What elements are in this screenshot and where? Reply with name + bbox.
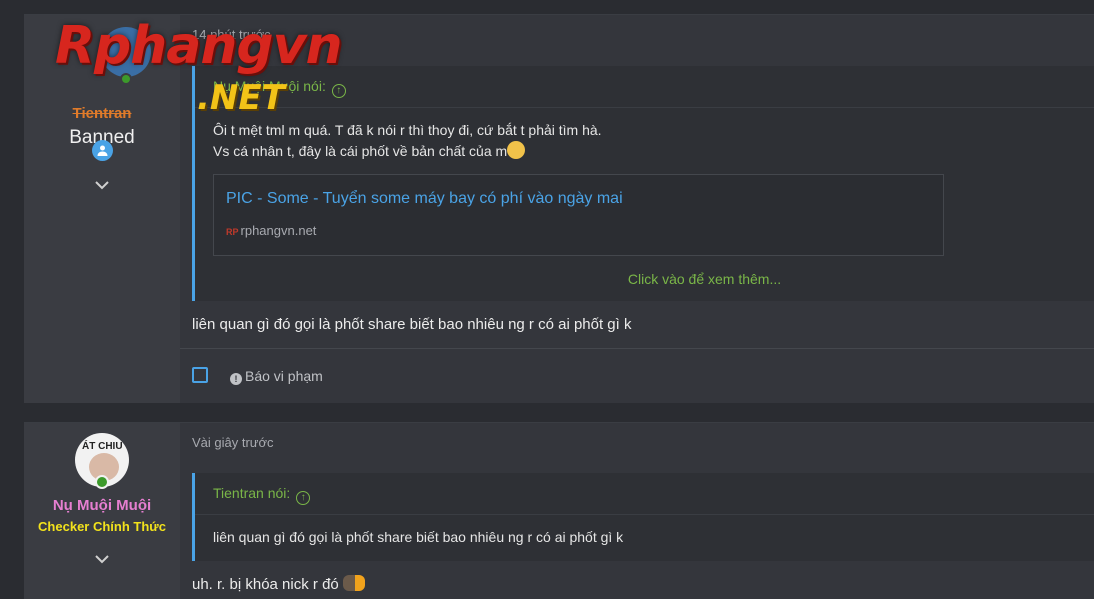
link-site: RP rphangvn.net [226,223,317,238]
chevron-down-icon[interactable] [24,177,180,193]
message-text: liên quan gì đó gọi là phốt share biết b… [192,316,632,333]
expand-link[interactable]: Click vào để xem thêm... [195,271,1094,287]
user-cell: Tientran Banned [24,15,180,403]
post-time[interactable]: 14 phút trước [192,27,271,42]
quote-author[interactable]: Tientran nói: ↑ [195,473,1094,515]
user-title: Checker Chính Thức [38,519,166,534]
avatar[interactable] [101,27,151,77]
site-favicon-icon: RP [226,227,239,237]
quote-line: Vs cá nhân t, đây là cái phốt về bản chấ… [213,141,1076,162]
user-cell: ÁT CHIU Nụ Muội Muội Checker Chính Thức [24,423,180,599]
arrow-up-icon[interactable]: ↑ [296,491,311,505]
post-time[interactable]: Vài giây trước [192,435,274,450]
message-cell: Vài giây trước Tientran nói: ↑ liên quan… [180,423,1094,599]
quote-author[interactable]: Nụ Muội Muội nói: ↑ [195,66,1094,108]
chevron-down-icon[interactable] [24,551,180,567]
message-text: uh. r. bị khóa nick r đó [192,575,365,593]
online-status-icon [120,73,132,85]
quote-body: Ôi t mệt tml m quá. T đã k nói r thì tho… [195,108,1094,174]
link-title[interactable]: PIC - Some - Tuyển some máy bay có phí v… [226,190,623,208]
alert-icon: ! [230,373,242,385]
report-button[interactable]: ! Báo vi phạm [230,368,323,385]
emoji-icon [342,575,365,591]
bbcode-quote: Tientran nói: ↑ liên quan gì đó gọi là p… [192,473,1094,561]
username[interactable]: Tientran [24,105,180,122]
select-checkbox[interactable] [192,367,208,383]
username[interactable]: Nụ Muội Muội [24,497,180,514]
message-cell: 14 phút trước Nụ Muội Muội nói: ↑ Ôi t m… [180,15,1094,403]
post-1: Tientran Banned 14 phút trước Nụ Muội Mu… [24,14,1094,403]
avatar-text: ÁT CHIU [82,441,123,452]
post-2: ÁT CHIU Nụ Muội Muội Checker Chính Thức … [24,422,1094,599]
online-status-icon [95,475,109,489]
divider [180,348,1094,349]
emoji-icon [507,141,526,159]
user-banner-icon [92,140,113,161]
quote-author-label[interactable]: Tientran nói: [213,485,290,501]
bbcode-quote: Nụ Muội Muội nói: ↑ Ôi t mệt tml m quá. … [192,66,1094,301]
quote-body: liên quan gì đó gọi là phốt share biết b… [213,529,624,545]
quote-line: Ôi t mệt tml m quá. T đã k nói r thì tho… [213,122,602,138]
link-preview-card[interactable]: PIC - Some - Tuyển some máy bay có phí v… [213,174,944,256]
arrow-up-icon[interactable]: ↑ [331,84,346,98]
quote-author-label[interactable]: Nụ Muội Muội nói: [213,78,326,94]
